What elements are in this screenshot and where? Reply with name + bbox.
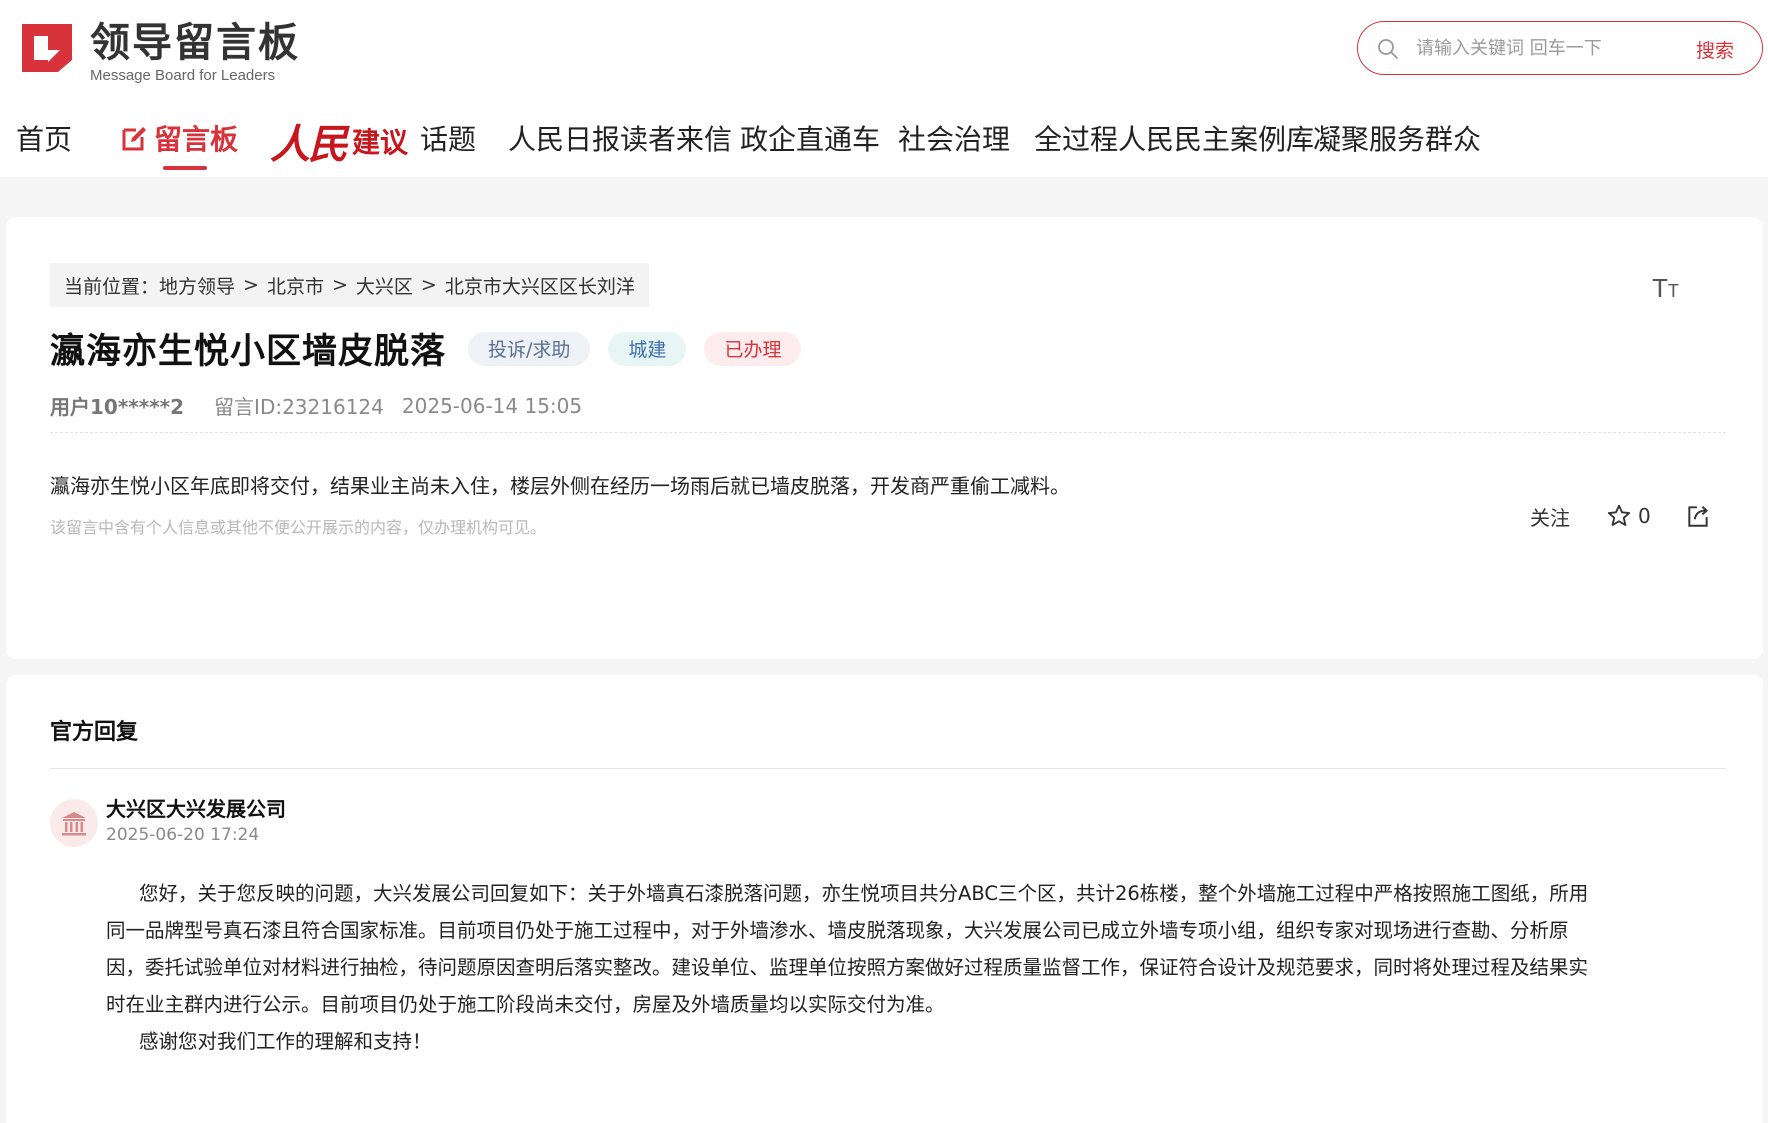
nav-people-suggestion-logo: 人民 bbox=[270, 121, 348, 168]
main-nav: 首页 留言板 人民 建议 话题 人民日报读者来信 政企直通车 社会治理 全过程人… bbox=[0, 108, 1768, 170]
reply-time: 2025-06-20 17:24 bbox=[106, 825, 260, 845]
nav-democracy-cases[interactable]: 全过程人民民主案例库 bbox=[1034, 118, 1314, 158]
logo-title-en: Message Board for Leaders bbox=[90, 67, 276, 84]
nav-reader-letters[interactable]: 人民日报读者来信 bbox=[508, 118, 732, 158]
reply-paragraph-line: 同一品牌型号真石漆且符合国家标准。目前项目仍处于施工过程中，对于外墙渗水、墙皮脱… bbox=[106, 919, 1569, 942]
breadcrumb-item[interactable]: 大兴区 bbox=[356, 272, 413, 299]
reply-paragraph-line: 感谢您对我们工作的理解和支持！ bbox=[139, 1030, 432, 1053]
nav-topics[interactable]: 话题 bbox=[420, 118, 476, 158]
reply-paragraph-line: 时在业主群内进行公示。目前项目仍处于施工阶段尚未交付，房屋及外墙质量均以实际交付… bbox=[106, 993, 945, 1016]
nav-people-suggestion[interactable]: 人民 建议 bbox=[270, 112, 408, 170]
reply-paragraph-line: 因，委托试验单位对材料进行抽检，待问题原因查明后落实整改。建设单位、监理单位按照… bbox=[106, 956, 1589, 979]
status-badge: 已办理 bbox=[704, 331, 802, 366]
search-box: 搜索 bbox=[1357, 21, 1763, 75]
divider bbox=[50, 768, 1726, 769]
search-button[interactable]: 搜索 bbox=[1696, 32, 1756, 66]
star-icon bbox=[1607, 504, 1631, 526]
message-actions: 关注 0 bbox=[1530, 501, 1711, 531]
share-button[interactable] bbox=[1685, 503, 1711, 529]
nav-serve-masses[interactable]: 凝聚服务群众 bbox=[1313, 118, 1481, 158]
breadcrumb-separator: > bbox=[331, 274, 348, 296]
search-input[interactable] bbox=[1416, 30, 1686, 66]
reply-paragraph-line: 您好，关于您反映的问题，大兴发展公司回复如下：关于外墙真石漆脱落问题，亦生悦项目… bbox=[139, 882, 1589, 905]
message-content: 瀛海亦生悦小区年底即将交付，结果业主尚未入住，楼层外侧在经历一场雨后就已墙皮脱落… bbox=[50, 474, 1070, 498]
page-title: 瀛海亦生悦小区墙皮脱落 bbox=[50, 332, 447, 372]
search-icon bbox=[1378, 39, 1398, 59]
breadcrumb: 当前位置： 地方领导 > 北京市 > 大兴区 > 北京市大兴区区长刘洋 bbox=[50, 263, 649, 307]
government-building-icon bbox=[62, 812, 86, 836]
breadcrumb-item[interactable]: 北京市 bbox=[267, 272, 324, 299]
breadcrumb-item[interactable]: 北京市大兴区区长刘洋 bbox=[445, 272, 635, 299]
breadcrumb-separator: > bbox=[420, 274, 437, 296]
reply-card: 官方回复 大兴区大兴发展公司 2025-06-20 17:24 您好，关于您反映… bbox=[6, 675, 1763, 1123]
nav-home[interactable]: 首页 bbox=[16, 118, 72, 158]
share-icon bbox=[1688, 506, 1708, 527]
type-badge: 投诉/求助 bbox=[468, 331, 591, 366]
nav-social-governance[interactable]: 社会治理 bbox=[898, 118, 1010, 158]
site-header: 领导留言板 Message Board for Leaders 搜索 首页 留言… bbox=[0, 0, 1768, 177]
site-logo[interactable]: 领导留言板 Message Board for Leaders bbox=[18, 20, 300, 84]
message-id: 留言ID:23216124 bbox=[214, 395, 384, 419]
message-title-row: 瀛海亦生悦小区墙皮脱落 投诉/求助 城建 已办理 bbox=[50, 323, 802, 374]
breadcrumb-item[interactable]: 地方领导 bbox=[159, 272, 235, 299]
category-badge: 城建 bbox=[608, 331, 687, 366]
like-button[interactable]: 0 bbox=[1606, 503, 1651, 529]
message-card: 当前位置： 地方领导 > 北京市 > 大兴区 > 北京市大兴区区长刘洋 TT 瀛… bbox=[6, 217, 1763, 659]
nav-people-suggestion-label: 建议 bbox=[352, 126, 409, 159]
nav-gov-direct[interactable]: 政企直通车 bbox=[740, 118, 880, 158]
reply-org-name: 大兴区大兴发展公司 bbox=[106, 797, 286, 821]
message-time: 2025-06-14 15:05 bbox=[401, 393, 583, 418]
follow-button[interactable]: 关注 bbox=[1530, 502, 1570, 531]
breadcrumb-label: 当前位置： bbox=[64, 275, 160, 298]
reply-heading: 官方回复 bbox=[50, 720, 139, 745]
avatar bbox=[50, 799, 98, 847]
edit-icon bbox=[122, 127, 146, 151]
logo-mark-icon bbox=[22, 24, 72, 72]
author-name: 用户10*****2 bbox=[50, 395, 185, 419]
font-size-big-glyph: T bbox=[1652, 273, 1668, 303]
divider bbox=[50, 432, 1726, 433]
message-meta: 用户10*****2 留言ID:23216124 2025-06-14 15:0… bbox=[50, 391, 582, 420]
logo-text: 领导留言板 Message Board for Leaders bbox=[90, 20, 300, 86]
logo-title-cn: 领导留言板 bbox=[90, 20, 300, 66]
breadcrumb-separator: > bbox=[243, 274, 259, 296]
font-size-small-glyph: T bbox=[1667, 281, 1679, 301]
like-count: 0 bbox=[1638, 504, 1651, 528]
nav-message-board-label: 留言板 bbox=[154, 123, 239, 156]
font-size-icon[interactable]: TT bbox=[1652, 273, 1679, 304]
privacy-note: 该留言中含有个人信息或其他不便公开展示的内容，仅办理机构可见。 bbox=[50, 518, 547, 537]
nav-active-indicator bbox=[163, 166, 207, 170]
nav-message-board[interactable]: 留言板 bbox=[120, 118, 238, 158]
